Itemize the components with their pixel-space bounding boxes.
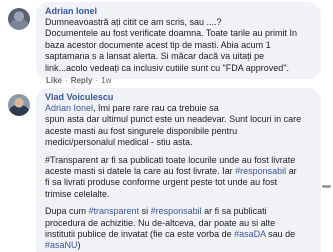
separator-dot: ·: [95, 76, 99, 85]
comment-text-line: spun asta dar ultimul punct este un nead…: [45, 114, 312, 125]
text-segment: fi sa livrati produse conforme urgent pe…: [45, 177, 278, 188]
comment-author[interactable]: Vlad Voiculescu: [45, 92, 312, 103]
comment-body: Adrian Ionel, îmi pare rare rau ca trebu…: [45, 103, 312, 252]
hashtag-link[interactable]: #responsabil: [235, 166, 286, 176]
comments-section: Adrian Ionel Dumneavoastră ați citit ce …: [0, 0, 333, 252]
text-segment: ): [77, 240, 81, 251]
comment-author[interactable]: Adrian Ionel: [45, 6, 312, 17]
mention-link[interactable]: Adrian Ionel: [45, 103, 93, 113]
comment-bubble: Vlad Voiculescu Adrian Ionel, îmi pare r…: [36, 88, 321, 252]
text-segment: spun asta dar ultimul punct este un nead…: [45, 114, 302, 125]
separator-dot: ·: [65, 76, 68, 85]
comment-text-line: procedura de achizitie. Nu de-altceva, d…: [45, 218, 312, 229]
comment-text-line: Dumneavoastră ați citit ce am scris, sau…: [45, 17, 222, 27]
more-options-icon[interactable]: •••: [319, 180, 333, 194]
comment-bubble: Adrian Ionel Dumneavoastră ați citit ce …: [36, 2, 321, 80]
comment-text-line: #Transparent ar fi sa publicati toate lo…: [45, 155, 312, 166]
text-segment: aceste masti si datele la care au fost l…: [45, 166, 236, 177]
comment-text-line: saptamana s a lansat alerta. Si măcar da…: [45, 51, 265, 62]
comment-text-line: fi sa livrati produse conforme urgent pe…: [45, 177, 312, 188]
comment-text-line: Documentele au fost verificate doamna. T…: [45, 28, 297, 39]
hashtag-link[interactable]: #responsabil: [151, 206, 202, 216]
text-segment: ar: [286, 166, 297, 177]
comment-timestamp[interactable]: 1w: [101, 76, 111, 85]
like-button[interactable]: Like: [46, 76, 62, 85]
comment-text-line: trimise celelalte.: [45, 189, 312, 200]
reply-button[interactable]: Reply: [71, 76, 93, 85]
text-segment: trimise celelalte.: [45, 188, 110, 199]
text-segment: si: [139, 206, 151, 217]
comment-text-line: #asaNU): [45, 240, 312, 251]
comment-text-line: baza acestor documente acest tip de mast…: [45, 39, 271, 50]
hashtag-link[interactable]: #asaNU: [45, 240, 78, 250]
text-segment: sau de: [265, 229, 296, 240]
hashtag-link[interactable]: #asaDA: [234, 229, 266, 239]
comment-text-line: Dupa cum #transparent si #responsabil ar…: [45, 206, 312, 217]
text-segment: Dupa cum: [45, 206, 89, 217]
comment-text-line: institutii publice de invatat (fie ca es…: [45, 229, 312, 240]
comment-text-line: link...acolo vedeați ca inclusiv cutiile…: [45, 62, 290, 73]
comment-text-line: Adrian Ionel, îmi pare rare rau ca trebu…: [45, 103, 312, 114]
text-segment: procedura de achizitie. Nu de-altceva, d…: [45, 217, 276, 228]
comment-text-line: aceste masti si datele la care au fost l…: [45, 166, 312, 177]
comment-actions: Like · Reply · 1w: [46, 76, 111, 86]
comment-text-line: medici/personalul medical - stiu asta.: [45, 137, 312, 148]
avatar[interactable]: [8, 8, 30, 30]
hashtag-link[interactable]: #transparent: [89, 206, 140, 216]
text-segment: medici/personalul medical - stiu asta.: [45, 137, 193, 148]
avatar[interactable]: [8, 94, 30, 116]
text-segment: institutii publice de invatat (fie ca es…: [45, 229, 235, 240]
text-segment: ar fi sa publicati: [201, 206, 267, 217]
text-segment: , îmi pare rare rau ca trebuie sa: [93, 103, 219, 113]
text-segment: aceste masti au fost singurele disponibi…: [45, 125, 238, 136]
text-segment: #Transparent ar fi sa publicati toate lo…: [45, 154, 296, 165]
comment-text-line: aceste masti au fost singurele disponibi…: [45, 126, 312, 137]
